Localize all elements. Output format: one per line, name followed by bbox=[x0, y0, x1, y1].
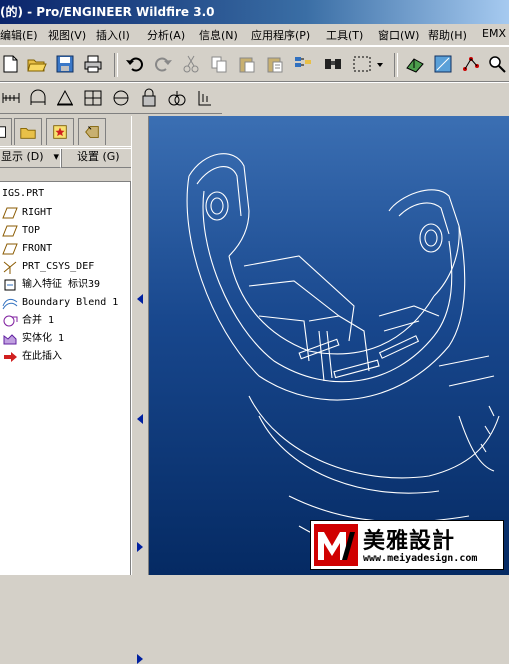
tree-item-label: TOP bbox=[22, 225, 41, 236]
expand-arrow-icon[interactable] bbox=[136, 654, 144, 664]
tree-item-label: 在此插入 bbox=[22, 351, 62, 362]
menu-applications[interactable]: 应用程序(P) bbox=[251, 27, 310, 43]
brand-logo-icon bbox=[314, 524, 358, 566]
mirror-icon[interactable] bbox=[54, 87, 76, 109]
folder-tab[interactable] bbox=[14, 118, 42, 145]
tree-item-label: 输入特征 标识39 bbox=[22, 279, 101, 290]
analysis-icon[interactable] bbox=[138, 87, 160, 109]
tree-item-label: PRT_CSYS_DEF bbox=[22, 261, 95, 272]
navigator-toolbar: 显示 (D) ▾ 设置 (G) ▾ bbox=[0, 146, 150, 168]
show-dropdown[interactable]: 显示 (D) ▾ bbox=[0, 148, 62, 168]
menu-bar: 编辑(E) 视图(V) 插入(I) 分析(A) 信息(N) 应用程序(P) 工具… bbox=[0, 24, 509, 46]
orient-icon[interactable] bbox=[404, 53, 426, 75]
copy-icon[interactable] bbox=[208, 53, 230, 75]
open-icon[interactable] bbox=[26, 53, 48, 75]
print-icon[interactable] bbox=[82, 53, 104, 75]
collapse-arrow-icon[interactable] bbox=[136, 294, 144, 304]
round-icon[interactable] bbox=[110, 87, 132, 109]
collapse-arrow-icon[interactable] bbox=[136, 414, 144, 424]
cut-icon[interactable] bbox=[180, 53, 202, 75]
menu-tools[interactable]: 工具(T) bbox=[326, 27, 363, 43]
tree-item-label: FRONT bbox=[22, 243, 53, 254]
expand-arrow-icon[interactable] bbox=[136, 542, 144, 552]
tree-item-label: RIGHT bbox=[22, 207, 53, 218]
merge-icon bbox=[3, 315, 18, 327]
menu-info[interactable]: 信息(N) bbox=[199, 27, 238, 43]
toolbar-separator bbox=[114, 53, 118, 77]
select-box-icon[interactable] bbox=[350, 53, 374, 75]
feature-toolbar bbox=[0, 82, 222, 114]
mapkey-icon[interactable] bbox=[166, 87, 188, 109]
menu-view[interactable]: 视图(V) bbox=[48, 27, 86, 43]
csys-icon bbox=[3, 261, 17, 274]
menu-analysis[interactable]: 分析(A) bbox=[147, 27, 185, 43]
main-toolbar bbox=[0, 46, 509, 82]
tree-item-label: Boundary Blend 1 bbox=[22, 297, 119, 308]
chevron-down-icon: ▾ bbox=[53, 150, 59, 163]
paste-icon[interactable] bbox=[236, 53, 258, 75]
wireframe-model bbox=[186, 153, 500, 555]
tree-root[interactable]: IGS.PRT bbox=[2, 188, 44, 199]
menu-emx[interactable]: EMX 4 bbox=[482, 27, 509, 40]
save-icon[interactable] bbox=[54, 53, 76, 75]
tree-item-label: 实体化 1 bbox=[22, 333, 65, 344]
panel-splitter[interactable] bbox=[131, 116, 149, 664]
import-feature-icon bbox=[4, 279, 16, 291]
navigator-tabs bbox=[0, 116, 145, 146]
menu-insert[interactable]: 插入(I) bbox=[96, 27, 130, 43]
toolbar-separator bbox=[394, 53, 398, 77]
connections-tab[interactable] bbox=[78, 118, 106, 145]
graphics-viewport[interactable] bbox=[149, 116, 509, 575]
relation-icon[interactable] bbox=[194, 87, 216, 109]
model-tree-tab[interactable] bbox=[0, 118, 12, 145]
sketch-icon[interactable] bbox=[27, 87, 49, 109]
datum-plane-icon bbox=[2, 243, 18, 255]
title-bar: (的) - Pro/ENGINEER Wildfire 3.0 bbox=[0, 0, 509, 24]
settings-label: 设置 (G) bbox=[77, 150, 120, 163]
undo-icon[interactable] bbox=[124, 53, 146, 75]
watermark-logo: 美雅設計 www.meiyadesign.com bbox=[310, 520, 504, 570]
insert-here-icon bbox=[4, 352, 17, 362]
regenerate-icon[interactable] bbox=[292, 53, 314, 75]
watermark-url: www.meiyadesign.com bbox=[363, 553, 478, 564]
window-title: (的) - Pro/ENGINEER Wildfire 3.0 bbox=[0, 5, 215, 19]
find-icon[interactable] bbox=[322, 53, 344, 75]
datum-plane-icon[interactable] bbox=[0, 87, 22, 109]
pattern-icon[interactable] bbox=[82, 87, 104, 109]
solidify-icon bbox=[3, 334, 17, 345]
redo-icon[interactable] bbox=[152, 53, 174, 75]
spin-center-icon[interactable] bbox=[460, 53, 482, 75]
dropdown-arrow-icon[interactable] bbox=[374, 53, 386, 75]
view-manager-icon[interactable] bbox=[432, 53, 454, 75]
menu-edit[interactable]: 编辑(E) bbox=[0, 27, 38, 43]
datum-plane-icon bbox=[2, 207, 18, 219]
tree-item-label: 合并 1 bbox=[22, 315, 55, 326]
paste-special-icon[interactable] bbox=[264, 53, 286, 75]
show-label: 显示 (D) bbox=[1, 150, 44, 163]
boundary-blend-icon bbox=[2, 298, 18, 310]
watermark-brand: 美雅設計 bbox=[363, 529, 456, 554]
menu-help[interactable]: 帮助(H) bbox=[428, 27, 467, 43]
tree-header bbox=[0, 168, 131, 182]
datum-plane-icon bbox=[2, 225, 18, 237]
menu-window[interactable]: 窗口(W) bbox=[378, 27, 419, 43]
zoom-icon[interactable] bbox=[486, 53, 508, 75]
model-tree: IGS.PRT RIGHT TOP FRONT PRT_CSYS_DEF 输入特… bbox=[0, 182, 131, 575]
favorites-tab[interactable] bbox=[46, 118, 74, 145]
new-icon[interactable] bbox=[0, 53, 22, 75]
toolbar-empty-area bbox=[222, 82, 509, 116]
